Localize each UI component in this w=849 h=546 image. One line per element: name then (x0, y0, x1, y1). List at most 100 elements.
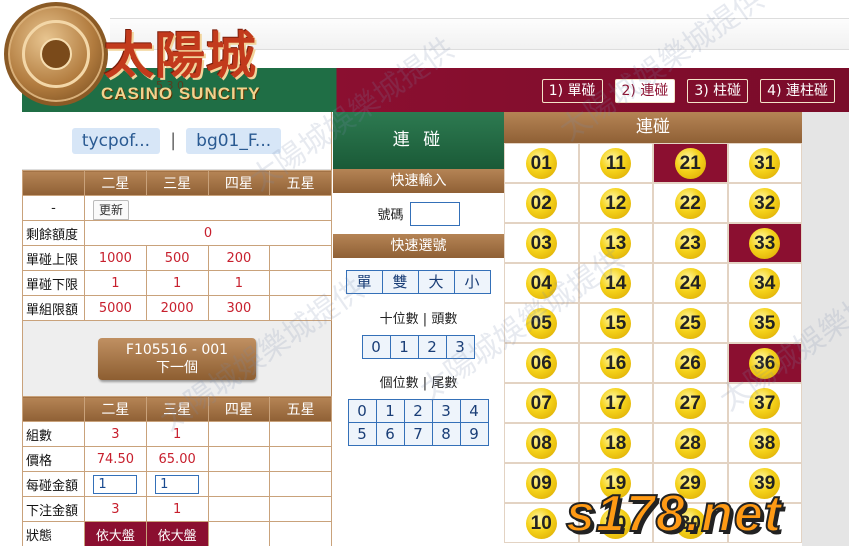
number-ball[interactable]: 18 (600, 427, 632, 459)
limits-table: 二星 三星 四星 五星 - 更新 剩餘額度 0 單碰上限 1000 500 20… (22, 170, 332, 321)
number-cell[interactable]: 17 (578, 383, 653, 423)
quick-panel: 連 碰 快速輸入 號碼 快速選號 單 雙 大 小 十位數 | 頭數 0 1 2 … (333, 112, 504, 546)
number-cell[interactable]: 33 (727, 223, 802, 263)
number-cell[interactable]: 12 (578, 183, 653, 223)
number-ball[interactable]: 34 (749, 267, 781, 299)
number-ball[interactable]: 11 (600, 147, 632, 179)
number-ball[interactable]: 13 (600, 227, 632, 259)
number-ball[interactable]: 25 (674, 307, 706, 339)
number-cell[interactable]: 14 (578, 263, 653, 303)
ones-button-8[interactable]: 8 (431, 422, 461, 446)
number-cell[interactable]: 35 (727, 303, 802, 343)
number-ball[interactable]: 26 (674, 347, 706, 379)
number-ball[interactable]: 33 (749, 227, 781, 259)
number-cell[interactable]: 08 (504, 423, 579, 463)
logo-subtitle: CASINO SUNCITY (101, 84, 261, 103)
number-cell[interactable]: 26 (653, 343, 728, 383)
quick-select-header: 快速選號 (333, 234, 504, 258)
number-ball[interactable]: 37 (749, 387, 781, 419)
ones-button-2[interactable]: 2 (403, 399, 433, 423)
code-input[interactable] (409, 201, 460, 226)
number-ball[interactable]: 17 (600, 387, 632, 419)
number-ball[interactable]: 01 (525, 147, 557, 179)
ones-button-1[interactable]: 1 (375, 399, 405, 423)
ones-button-4[interactable]: 4 (459, 399, 489, 423)
next-button[interactable]: F105516 - 001 下一個 (98, 337, 256, 380)
table-row: 每碰金額 (22, 471, 332, 497)
number-cell[interactable]: 21 (653, 143, 728, 183)
amount-input-3star[interactable] (155, 474, 200, 494)
number-ball[interactable]: 32 (749, 187, 781, 219)
ones-button-3[interactable]: 3 (431, 399, 461, 423)
number-cell[interactable]: 25 (653, 303, 728, 343)
number-ball[interactable]: 05 (525, 307, 557, 339)
number-ball[interactable]: 15 (600, 307, 632, 339)
number-cell[interactable]: 28 (653, 423, 728, 463)
number-ball[interactable]: 16 (600, 347, 632, 379)
number-ball[interactable]: 36 (749, 347, 781, 379)
number-cell[interactable]: 31 (727, 143, 802, 183)
tens-button-0[interactable]: 0 (361, 335, 391, 359)
tab-multi-column[interactable]: 4) 連柱碰 (760, 79, 835, 103)
number-ball[interactable]: 24 (674, 267, 706, 299)
number-cell[interactable]: 27 (653, 383, 728, 423)
number-ball[interactable]: 31 (749, 147, 781, 179)
number-cell[interactable]: 02 (504, 183, 579, 223)
number-ball[interactable]: 03 (525, 227, 557, 259)
number-cell[interactable]: 23 (653, 223, 728, 263)
ones-button-6[interactable]: 6 (375, 422, 405, 446)
number-cell[interactable]: 13 (578, 223, 653, 263)
number-cell[interactable]: 03 (504, 223, 579, 263)
number-ball[interactable]: 14 (600, 267, 632, 299)
number-ball[interactable]: 10 (525, 507, 557, 539)
tens-button-3[interactable]: 3 (445, 335, 475, 359)
tab-multi[interactable]: 2) 連碰 (614, 79, 676, 103)
tab-column[interactable]: 3) 柱碰 (687, 79, 749, 103)
small-button[interactable]: 小 (453, 270, 491, 294)
tens-button-2[interactable]: 2 (417, 335, 447, 359)
number-ball[interactable]: 23 (674, 227, 706, 259)
number-cell[interactable]: 16 (578, 343, 653, 383)
number-cell[interactable]: 15 (578, 303, 653, 343)
number-ball[interactable]: 35 (749, 307, 781, 339)
number-ball[interactable]: 04 (525, 267, 557, 299)
number-cell[interactable]: 32 (727, 183, 802, 223)
number-ball[interactable]: 21 (674, 147, 706, 179)
number-cell[interactable]: 37 (727, 383, 802, 423)
type-button-group: 單 雙 大 小 (333, 270, 504, 294)
update-button[interactable]: 更新 (93, 200, 130, 220)
even-button[interactable]: 雙 (381, 270, 419, 294)
number-cell[interactable]: 05 (504, 303, 579, 343)
number-cell[interactable]: 34 (727, 263, 802, 303)
ones-button-0[interactable]: 0 (347, 399, 377, 423)
number-cell[interactable]: 07 (504, 383, 579, 423)
number-cell[interactable]: 01 (504, 143, 579, 183)
number-ball[interactable]: 09 (525, 467, 557, 499)
number-cell[interactable]: 22 (653, 183, 728, 223)
number-ball[interactable]: 02 (525, 187, 557, 219)
odd-button[interactable]: 單 (345, 270, 383, 294)
ones-button-5[interactable]: 5 (347, 422, 377, 446)
number-ball[interactable]: 06 (525, 347, 557, 379)
number-cell[interactable]: 06 (504, 343, 579, 383)
number-ball[interactable]: 28 (674, 427, 706, 459)
number-cell[interactable]: 04 (504, 263, 579, 303)
number-cell[interactable]: 11 (578, 143, 653, 183)
number-ball[interactable]: 07 (525, 387, 557, 419)
number-ball[interactable]: 08 (525, 427, 557, 459)
number-cell[interactable]: 18 (578, 423, 653, 463)
tens-button-1[interactable]: 1 (389, 335, 419, 359)
ones-button-7[interactable]: 7 (403, 422, 433, 446)
number-ball[interactable]: 38 (749, 427, 781, 459)
number-ball[interactable]: 12 (600, 187, 632, 219)
tab-single[interactable]: 1) 單碰 (541, 79, 603, 103)
big-button[interactable]: 大 (417, 270, 455, 294)
number-ball[interactable]: 27 (674, 387, 706, 419)
number-ball[interactable]: 22 (674, 187, 706, 219)
number-cell[interactable]: 38 (727, 423, 802, 463)
number-cell[interactable]: 24 (653, 263, 728, 303)
ones-button-9[interactable]: 9 (459, 422, 489, 446)
amount-input-2star[interactable] (93, 474, 138, 494)
number-cell[interactable]: 36 (727, 343, 802, 383)
number-grid: 01 11 21 31 02 12 22 32 03 13 23 33 04 14 24 34 05 15 25 35… (504, 143, 802, 543)
